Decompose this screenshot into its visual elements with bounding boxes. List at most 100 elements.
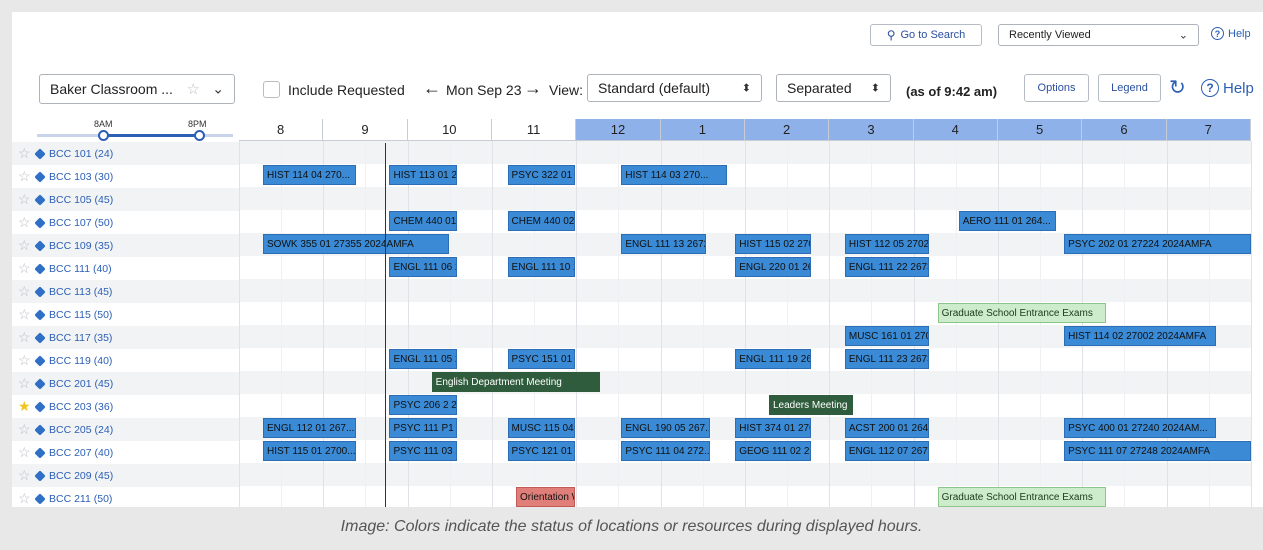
event-block[interactable]: CHEM 440 01 26... xyxy=(389,211,457,231)
event-block[interactable]: HIST 114 04 270... xyxy=(263,165,356,185)
favorite-star-icon[interactable]: ☆ xyxy=(18,237,33,254)
location-row-label[interactable]: ☆ BCC 209 (45) xyxy=(18,464,113,487)
options-button[interactable]: Options xyxy=(1024,74,1089,102)
event-block[interactable]: ENGL 190 05 267... xyxy=(621,418,710,438)
event-block[interactable]: PSYC 322 01 272... xyxy=(507,165,575,185)
help-link[interactable]: ? Help xyxy=(1201,79,1254,97)
event-block[interactable]: Graduate School Entrance Exams xyxy=(937,303,1107,323)
location-row-label[interactable]: ☆ BCC 205 (24) xyxy=(18,418,113,441)
view-select[interactable]: Standard (default) ⬍ xyxy=(587,74,762,102)
location-row-label[interactable]: ☆ BCC 111 (40) xyxy=(18,257,112,280)
event-block[interactable]: ENGL 111 13 2672... xyxy=(621,234,706,254)
event-block[interactable]: HIST 374 01 270... xyxy=(735,418,812,438)
event-block[interactable]: PSYC 151 01 272... xyxy=(507,349,575,369)
favorite-star-icon[interactable]: ☆ xyxy=(18,490,33,507)
event-block[interactable]: ACST 200 01 26454 2024A... xyxy=(844,418,930,438)
event-block[interactable]: ENGL 111 22 26732 2024A... xyxy=(844,257,930,277)
prev-day-arrow-icon[interactable]: ← xyxy=(423,78,441,99)
slider-end-handle[interactable] xyxy=(194,130,205,141)
location-name[interactable]: BCC 111 (40) xyxy=(49,263,112,275)
location-row-label[interactable]: ☆ BCC 115 (50) xyxy=(18,303,112,326)
favorite-star-icon[interactable]: ☆ xyxy=(18,306,33,323)
event-block[interactable]: AERO 111 01 264... xyxy=(958,211,1056,231)
event-block[interactable]: HIST 113 01 2699... xyxy=(389,165,457,185)
location-row-label[interactable]: ★ BCC 203 (36) xyxy=(18,395,113,418)
favorite-star-icon[interactable]: ☆ xyxy=(18,375,33,392)
go-to-search-button[interactable]: ⚲ Go to Search xyxy=(870,24,982,46)
event-block[interactable]: Leaders Meeting xyxy=(768,395,854,415)
location-name[interactable]: BCC 101 (24) xyxy=(49,148,113,160)
location-name[interactable]: BCC 211 (50) xyxy=(49,493,112,505)
location-row-label[interactable]: ☆ BCC 101 (24) xyxy=(18,142,113,165)
event-block[interactable]: ENGL 111 10 2672... xyxy=(507,257,575,277)
location-row-label[interactable]: ☆ BCC 107 (50) xyxy=(18,211,113,234)
location-name[interactable]: BCC 105 (45) xyxy=(49,194,113,206)
favorite-star-icon[interactable]: ☆ xyxy=(18,467,33,484)
favorite-star-icon[interactable]: ☆ xyxy=(18,444,33,461)
event-block[interactable]: PSYC 111 04 272... xyxy=(621,441,710,461)
location-row-label[interactable]: ☆ BCC 113 (45) xyxy=(18,280,112,303)
star-icon[interactable]: ☆ xyxy=(187,80,200,98)
location-name[interactable]: BCC 201 (45) xyxy=(49,378,113,390)
location-name[interactable]: BCC 203 (36) xyxy=(49,401,113,413)
event-block[interactable]: ENGL 220 01 267... xyxy=(735,257,812,277)
event-block[interactable]: PSYC 202 01 27224 2024AMFA xyxy=(1064,234,1251,254)
event-block[interactable]: ENGL 111 05 267... xyxy=(389,349,457,369)
location-name[interactable]: BCC 205 (24) xyxy=(49,424,113,436)
event-block[interactable]: MUSC 161 01 27052 2024A... xyxy=(844,326,930,346)
help-link-small[interactable]: ? Help xyxy=(1211,27,1251,40)
location-row-label[interactable]: ☆ BCC 103 (30) xyxy=(18,165,113,188)
next-day-arrow-icon[interactable]: → xyxy=(524,78,542,99)
favorite-star-icon[interactable]: ☆ xyxy=(18,168,33,185)
event-block[interactable]: PSYC 121 01 272... xyxy=(507,441,575,461)
event-block[interactable]: HIST 115 02 2701... xyxy=(735,234,812,254)
location-row-label[interactable]: ☆ BCC 117 (35) xyxy=(18,326,112,349)
event-block[interactable]: ENGL 111 19 2672... xyxy=(735,349,812,369)
location-row-label[interactable]: ☆ BCC 207 (40) xyxy=(18,441,113,464)
location-name[interactable]: BCC 107 (50) xyxy=(49,217,113,229)
location-name[interactable]: BCC 113 (45) xyxy=(49,286,112,298)
location-row-label[interactable]: ☆ BCC 105 (45) xyxy=(18,188,113,211)
favorite-star-icon[interactable]: ☆ xyxy=(18,191,33,208)
event-block[interactable]: MUSC 115 04 27... xyxy=(507,418,575,438)
location-row-label[interactable]: ☆ BCC 211 (50) xyxy=(18,487,112,507)
event-block[interactable]: English Department Meeting xyxy=(431,372,601,392)
include-requested-checkbox[interactable] xyxy=(263,81,280,98)
location-name[interactable]: BCC 103 (30) xyxy=(49,171,113,183)
event-block[interactable]: PSYC 206 2 272... xyxy=(389,395,457,415)
event-block[interactable]: PSYC 111 07 27248 2024AMFA xyxy=(1064,441,1251,461)
location-row-label[interactable]: ☆ BCC 201 (45) xyxy=(18,372,113,395)
favorite-star-icon[interactable]: ☆ xyxy=(18,283,33,300)
event-block[interactable]: ENGL 111 23 26733 2024A... xyxy=(844,349,930,369)
location-name[interactable]: BCC 119 (40) xyxy=(49,355,112,367)
event-block[interactable]: SOWK 355 01 27355 2024AMFA xyxy=(263,234,449,254)
refresh-icon[interactable]: ↻ xyxy=(1169,75,1186,100)
event-block[interactable]: GEOG 111 02 269... xyxy=(735,441,812,461)
recently-viewed-select[interactable]: Recently Viewed ⌄ xyxy=(998,24,1199,46)
location-name[interactable]: BCC 117 (35) xyxy=(49,332,112,344)
event-block[interactable]: Graduate School Entrance Exams xyxy=(937,487,1107,507)
event-block[interactable]: PSYC 111 P1 272... xyxy=(389,418,457,438)
event-block[interactable]: HIST 114 03 270... xyxy=(621,165,727,185)
event-block[interactable]: ENGL 111 06 267... xyxy=(389,257,457,277)
location-name[interactable]: BCC 109 (35) xyxy=(49,240,113,252)
event-block[interactable]: ENGL 112 07 26746 2024A... xyxy=(844,441,930,461)
favorite-star-icon[interactable]: ☆ xyxy=(18,145,33,162)
favorite-star-icon[interactable]: ★ xyxy=(18,398,33,415)
favorite-star-icon[interactable]: ☆ xyxy=(18,352,33,369)
favorite-star-icon[interactable]: ☆ xyxy=(18,421,33,438)
event-block[interactable]: HIST 115 01 2700... xyxy=(263,441,356,461)
favorite-star-icon[interactable]: ☆ xyxy=(18,329,33,346)
event-block[interactable]: HIST 114 02 27002 2024AMFA xyxy=(1064,326,1216,346)
location-row-label[interactable]: ☆ BCC 119 (40) xyxy=(18,349,112,372)
location-select[interactable]: Baker Classroom ... ☆ ⌄ xyxy=(39,74,235,104)
separated-select[interactable]: Separated ⬍ xyxy=(776,74,891,102)
location-name[interactable]: BCC 209 (45) xyxy=(49,470,113,482)
event-block[interactable]: CHEM 440 02 26... xyxy=(507,211,575,231)
location-row-label[interactable]: ☆ BCC 109 (35) xyxy=(18,234,113,257)
slider-start-handle[interactable] xyxy=(98,130,109,141)
event-block[interactable]: ENGL 112 01 267... xyxy=(263,418,356,438)
legend-button[interactable]: Legend xyxy=(1098,74,1161,102)
event-block[interactable]: PSYC 111 03 272... xyxy=(389,441,457,461)
favorite-star-icon[interactable]: ☆ xyxy=(18,214,33,231)
